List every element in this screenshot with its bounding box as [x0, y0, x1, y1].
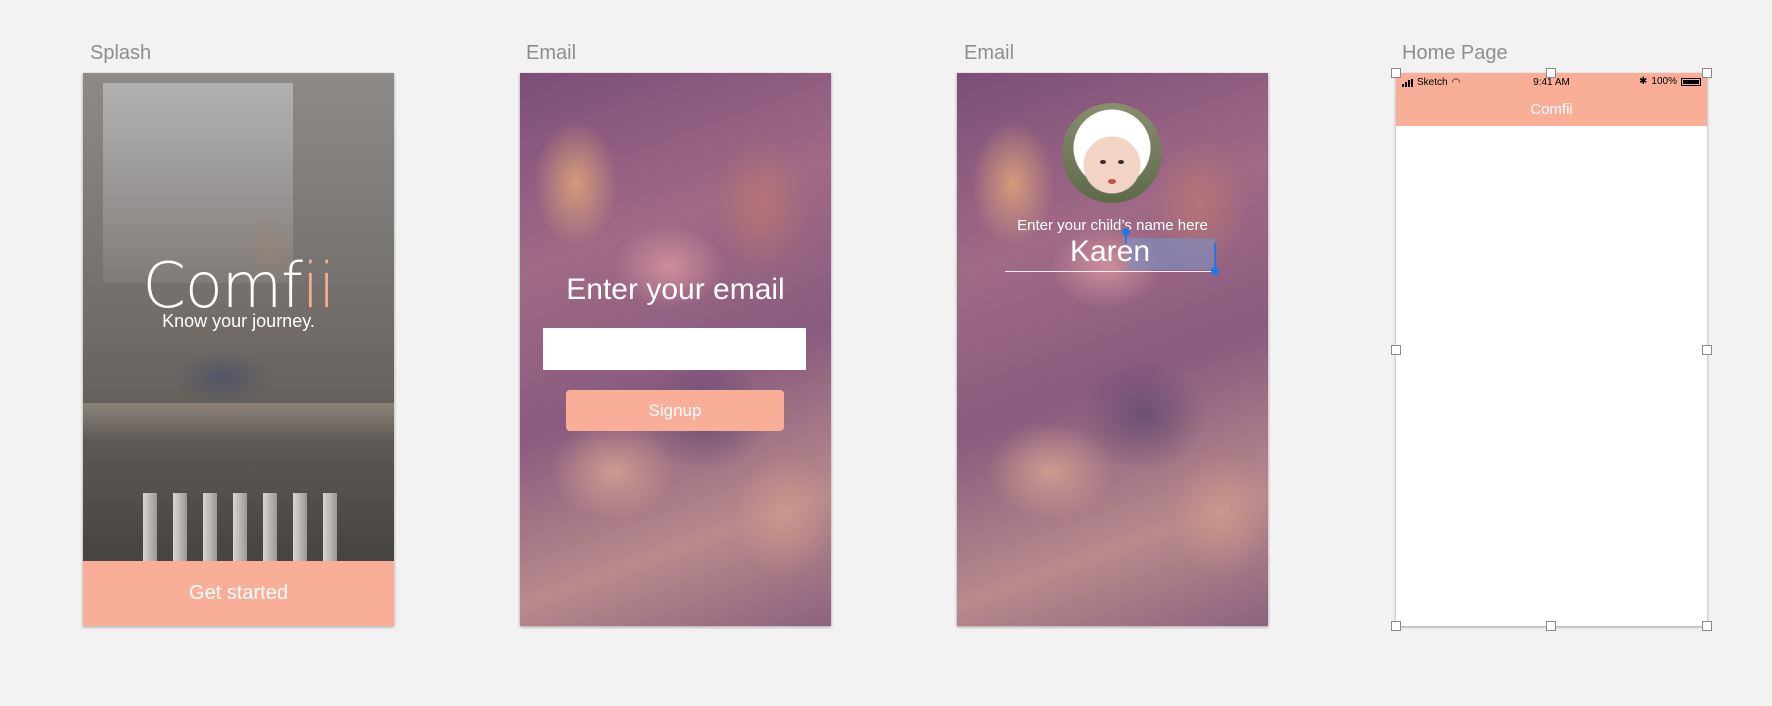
signup-button[interactable]: Signup: [566, 390, 784, 431]
artboard-label-home[interactable]: Home Page: [1402, 42, 1508, 65]
child-name-value[interactable]: Karen: [1005, 235, 1215, 269]
splash-artboard[interactable]: Comfii Know your journey. Get started: [83, 73, 394, 626]
tagline: Know your journey.: [162, 311, 315, 331]
background-radiator: [143, 493, 383, 563]
resize-handle-left[interactable]: [1391, 345, 1401, 355]
battery-label: 100%: [1651, 76, 1677, 87]
get-started-button[interactable]: Get started: [83, 561, 394, 626]
home-artboard[interactable]: Sketch ◠ 9:41 AM ✱ 100% Comfii: [1396, 73, 1707, 626]
home-title: Comfii: [1396, 93, 1707, 126]
email-heading: Enter your email: [566, 273, 785, 306]
child-name-field[interactable]: Karen: [1005, 228, 1219, 275]
resize-handle-bottom[interactable]: [1546, 621, 1556, 631]
resize-handle-top-left[interactable]: [1391, 68, 1401, 78]
artboard-label-email-signup[interactable]: Email: [526, 42, 576, 65]
resize-handle-top-right[interactable]: [1702, 68, 1712, 78]
battery-icon: [1681, 77, 1701, 86]
resize-handle-bottom-left[interactable]: [1391, 621, 1401, 631]
resize-handle-bottom-right[interactable]: [1702, 621, 1712, 631]
selection-end-handle[interactable]: [1211, 243, 1219, 275]
email-signup-artboard[interactable]: Enter your email Signup: [520, 73, 831, 626]
bluetooth-icon: ✱: [1639, 76, 1648, 87]
email-field[interactable]: [543, 328, 806, 370]
resize-handle-right[interactable]: [1702, 345, 1712, 355]
artboard-label-splash[interactable]: Splash: [90, 42, 151, 65]
child-name-artboard[interactable]: Enter your child’s name here Karen: [957, 73, 1268, 626]
background-photo-detail: [83, 403, 394, 443]
resize-handle-top[interactable]: [1546, 68, 1556, 78]
child-name-prompt: Enter your child’s name here: [1017, 217, 1208, 234]
artboard-label-email-child[interactable]: Email: [964, 42, 1014, 65]
selection-start-handle[interactable]: [1122, 228, 1130, 243]
child-avatar[interactable]: [1062, 103, 1162, 203]
